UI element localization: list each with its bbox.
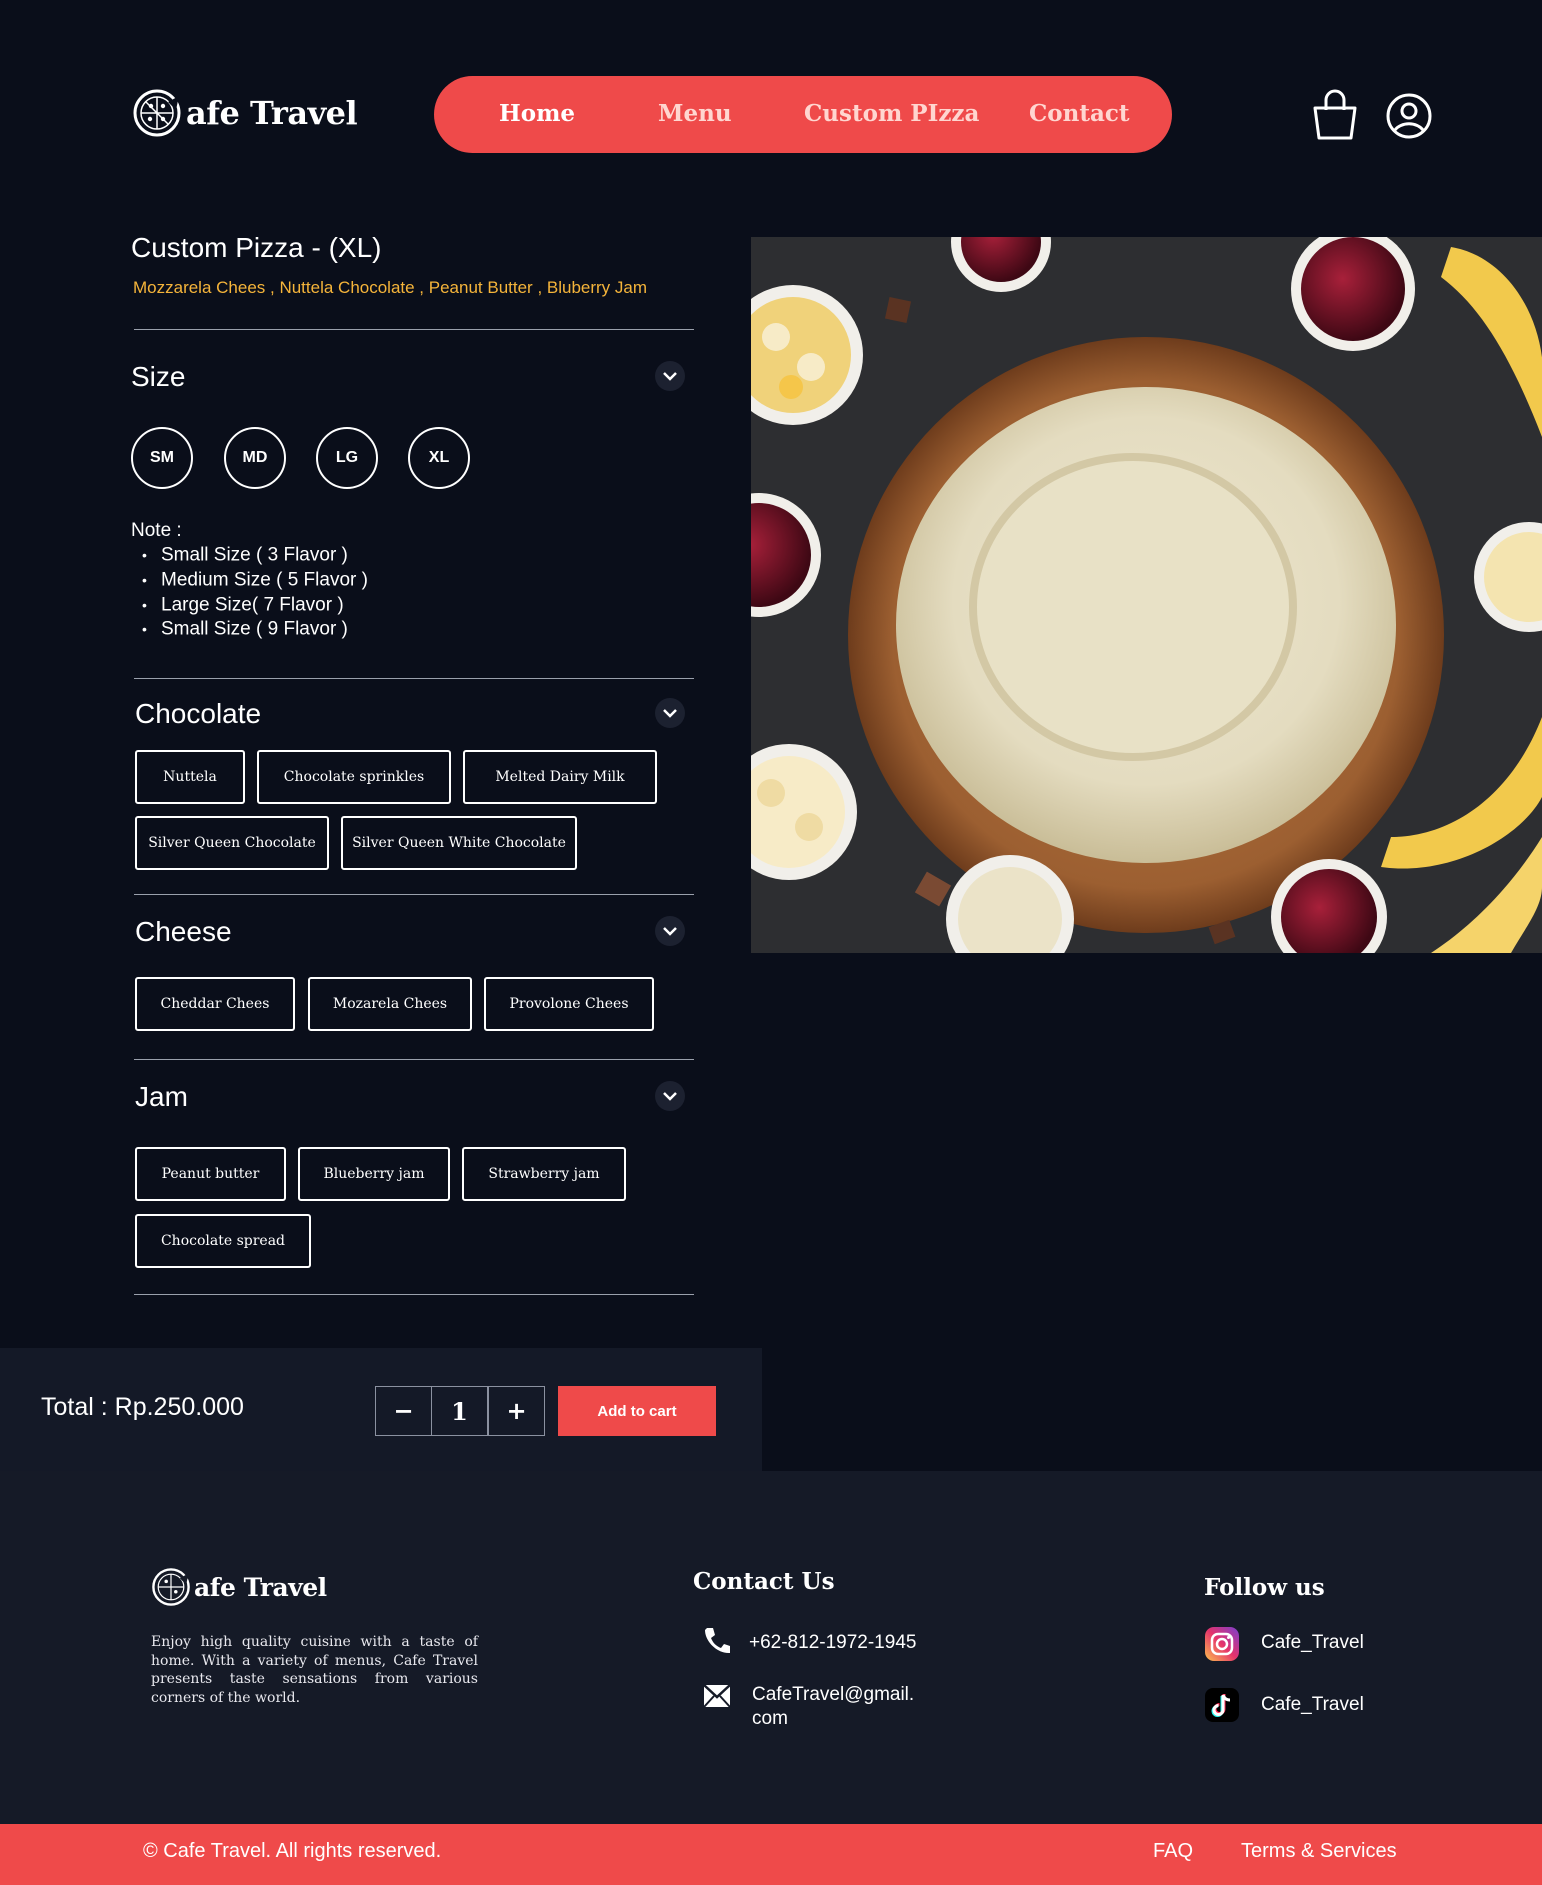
- chocolate-option-nuttela[interactable]: Nuttela: [135, 750, 245, 804]
- note-text: Medium Size ( 5 Flavor ): [161, 569, 368, 591]
- cheese-option-provolone[interactable]: Provolone Chees: [484, 977, 654, 1031]
- phone-icon: [705, 1628, 730, 1654]
- custom-pizza-image: [751, 237, 1542, 953]
- quantity-decrease-button[interactable]: −: [375, 1386, 432, 1436]
- chocolate-option-silver-queen[interactable]: Silver Queen Chocolate: [135, 816, 329, 870]
- list-item: Large Size( 7 Flavor ): [142, 593, 368, 618]
- jam-option-chocolate-spread[interactable]: Chocolate spread: [135, 1214, 311, 1268]
- follow-title: Follow us: [1204, 1574, 1325, 1601]
- shopping-bag-icon[interactable]: [1310, 88, 1360, 142]
- list-item: Small Size ( 3 Flavor ): [142, 543, 368, 568]
- contact-email-line2[interactable]: com: [752, 1708, 788, 1730]
- jam-section-title: Jam: [135, 1081, 188, 1112]
- instagram-handle[interactable]: Cafe_Travel: [1261, 1632, 1364, 1654]
- chevron-down-icon: [663, 709, 677, 718]
- contact-email-line1[interactable]: CafeTravel@gmail.: [752, 1684, 914, 1706]
- jam-collapse-toggle[interactable]: [655, 1081, 685, 1111]
- product-title: Custom Pizza - (XL): [131, 232, 382, 263]
- pizza-logo-icon: [133, 89, 181, 137]
- cheese-section-title: Cheese: [135, 916, 232, 947]
- brand-name: afe Travel: [186, 94, 358, 132]
- note-text: Large Size( 7 Flavor ): [161, 593, 344, 615]
- chocolate-option-sprinkles[interactable]: Chocolate sprinkles: [257, 750, 451, 804]
- footer-brand-logo[interactable]: afe Travel: [151, 1567, 327, 1607]
- cheese-collapse-toggle[interactable]: [655, 916, 685, 946]
- chevron-down-icon: [663, 1092, 677, 1101]
- tiktok-handle[interactable]: Cafe_Travel: [1261, 1694, 1364, 1716]
- pizza-photo-illustration: [751, 237, 1542, 953]
- divider: [134, 1294, 694, 1295]
- chocolate-section-title: Chocolate: [135, 698, 262, 729]
- jam-option-peanut-butter[interactable]: Peanut butter: [135, 1147, 286, 1201]
- nav-custom-pizza[interactable]: Custom PIzza: [804, 100, 979, 127]
- size-collapse-toggle[interactable]: [655, 361, 685, 391]
- chevron-down-icon: [663, 927, 677, 936]
- cheese-option-mozarela[interactable]: Mozarela Chees: [308, 977, 472, 1031]
- note-text: Small Size ( 9 Flavor ): [161, 618, 348, 640]
- list-item: Medium Size ( 5 Flavor ): [142, 568, 368, 593]
- footer-brand-name: afe Travel: [194, 1572, 327, 1602]
- nav-menu[interactable]: Menu: [658, 100, 732, 127]
- main-nav: Home Menu Custom PIzza Contact: [434, 76, 1172, 153]
- faq-link[interactable]: FAQ: [1153, 1840, 1193, 1863]
- size-option-xl[interactable]: XL: [408, 427, 470, 489]
- size-note-label: Note :: [131, 520, 182, 541]
- chocolate-option-dairy-milk[interactable]: Melted Dairy Milk: [463, 750, 657, 804]
- brand-logo[interactable]: afe Travel: [132, 88, 358, 138]
- quantity-increase-button[interactable]: +: [488, 1386, 545, 1436]
- size-option-sm[interactable]: SM: [131, 427, 193, 489]
- note-text: Small Size ( 3 Flavor ): [161, 544, 348, 566]
- size-note-list: Small Size ( 3 Flavor ) Medium Size ( 5 …: [142, 543, 368, 642]
- nav-home[interactable]: Home: [499, 100, 575, 127]
- quantity-value[interactable]: 1: [431, 1386, 488, 1436]
- chevron-down-icon: [663, 372, 677, 381]
- cheese-option-cheddar[interactable]: Cheddar Chees: [135, 977, 295, 1031]
- jam-option-strawberry[interactable]: Strawberry jam: [462, 1147, 626, 1201]
- tiktok-icon[interactable]: [1204, 1687, 1240, 1723]
- divider: [134, 329, 694, 330]
- jam-option-blueberry[interactable]: Blueberry jam: [298, 1147, 450, 1201]
- contact-phone[interactable]: +62-812-1972-1945: [749, 1632, 916, 1654]
- email-icon: [703, 1684, 731, 1708]
- order-total: Total : Rp.250.000: [41, 1393, 244, 1421]
- add-to-cart-button[interactable]: Add to cart: [558, 1386, 716, 1436]
- divider: [134, 894, 694, 895]
- site-header: afe Travel Home Menu Custom PIzza Contac…: [0, 0, 1542, 200]
- selected-toppings: Mozzarela Chees , Nuttela Chocolate , Pe…: [133, 278, 648, 297]
- list-item: Small Size ( 9 Flavor ): [142, 617, 368, 642]
- terms-link[interactable]: Terms & Services: [1241, 1840, 1397, 1863]
- chocolate-collapse-toggle[interactable]: [655, 698, 685, 728]
- divider: [134, 678, 694, 679]
- nav-contact[interactable]: Contact: [1029, 100, 1130, 127]
- user-profile-icon[interactable]: [1385, 92, 1433, 140]
- footer-description: Enjoy high quality cuisine with a taste …: [151, 1634, 478, 1706]
- size-section-title: Size: [131, 361, 186, 392]
- size-option-md[interactable]: MD: [224, 427, 286, 489]
- divider: [134, 1059, 694, 1060]
- copyright-text: © Cafe Travel. All rights reserved.: [143, 1840, 442, 1862]
- size-option-lg[interactable]: LG: [316, 427, 378, 489]
- contact-title: Contact Us: [693, 1568, 835, 1595]
- pizza-logo-icon: [152, 1568, 190, 1606]
- instagram-icon[interactable]: [1204, 1626, 1240, 1662]
- chocolate-option-silver-queen-white[interactable]: Silver Queen White Chocolate: [341, 816, 577, 870]
